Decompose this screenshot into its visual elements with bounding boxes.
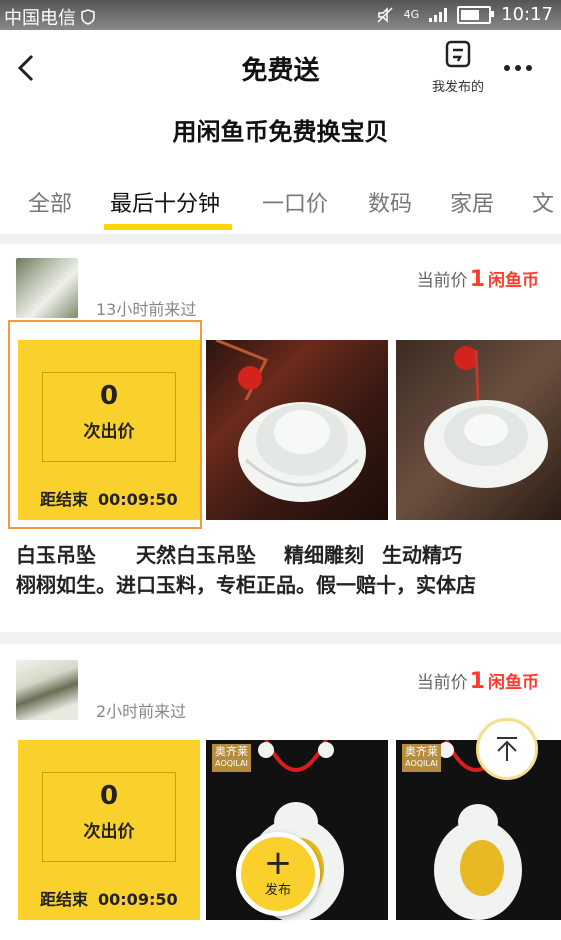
tab-fixed-price[interactable]: 一口价 [262,186,328,218]
price-unit: 闲鱼币 [488,271,539,291]
avatar[interactable] [16,660,78,720]
network-type: 4G [403,8,420,21]
tab-home[interactable]: 家居 [450,186,494,218]
carrier-name: 中国电信 [4,8,76,29]
nav-header: 免费送 我发布的 [0,30,561,108]
battery-icon [457,5,495,24]
countdown-time: 00:09:50 [98,890,178,909]
current-price: 当前价 1 闲鱼币 [416,267,539,292]
description-line-1: 白玉吊坠 天然白玉吊坠 精细雕刻 生动精巧 [16,543,462,567]
tab-culture[interactable]: 文 [532,186,554,218]
brand-logo: 奥齐莱 AOQILAI [212,744,251,772]
jade-lotus-pendant-image [424,346,548,488]
price-value: 1 [469,267,485,292]
brand-logo: 奥齐莱 AOQILAI [402,744,441,772]
product-photo[interactable] [396,340,561,520]
plus-icon: + [263,843,293,883]
price-unit: 闲鱼币 [488,673,539,693]
back-to-top-button[interactable] [476,718,538,780]
item-description: 白玉吊坠 天然白玉吊坠 精细雕刻 生动精巧 栩栩如生。进口玉料，专柜正品。假一赔十，实… [16,540,546,600]
bid-count: 0 [99,781,119,811]
item-card[interactable]: 当前价 1 闲鱼币 13小时前来过 0 次出价 距结束 00:09:50 白玉吊… [0,244,561,632]
document-edit-icon [445,40,471,68]
jade-lotus-pendant-image [215,340,366,502]
tab-all[interactable]: 全部 [28,186,72,218]
last-visited: 13小时前来过 [96,300,197,319]
highlight-frame [8,320,202,529]
tab-last-ten-minutes[interactable]: 最后十分钟 [110,186,220,218]
price-value: 1 [469,669,485,694]
clock: 10:17 [501,4,553,25]
my-posts-label: 我发布的 [431,80,484,95]
status-bar: 中国电信 4G 10:17 [0,0,561,30]
subtitle-bar: 用闲鱼币免费换宝贝 [0,108,561,162]
product-photo[interactable] [206,340,388,520]
more-dots-icon [504,65,510,71]
description-line-2: 栩栩如生。进口玉料，专柜正品。假一赔十，实体店 [16,573,476,597]
category-tabs: 全部 最后十分钟 一口价 数码 家居 文 [0,162,561,235]
active-tab-indicator [104,224,232,230]
publish-label: 发布 [264,883,291,898]
current-price: 当前价 1 闲鱼币 [416,669,539,694]
signal-icon [429,7,448,22]
wifi-shield-icon [81,9,95,25]
page-subtitle: 用闲鱼币免费换宝贝 [172,118,389,146]
more-menu-button[interactable] [504,58,538,78]
bid-box[interactable]: 0 次出价 距结束 00:09:50 [18,740,200,920]
countdown: 距结束 00:09:50 [40,890,178,909]
bid-counter: 0 次出价 [42,772,176,862]
bid-count-label: 次出价 [83,822,135,842]
arrow-up-icon [497,737,517,761]
tab-digital[interactable]: 数码 [368,186,412,218]
mute-icon [377,6,393,23]
publish-button[interactable]: + 发布 [236,832,320,916]
last-visited: 2小时前来过 [96,702,187,721]
my-posts-button[interactable]: 我发布的 [426,40,490,95]
avatar[interactable] [16,258,78,318]
